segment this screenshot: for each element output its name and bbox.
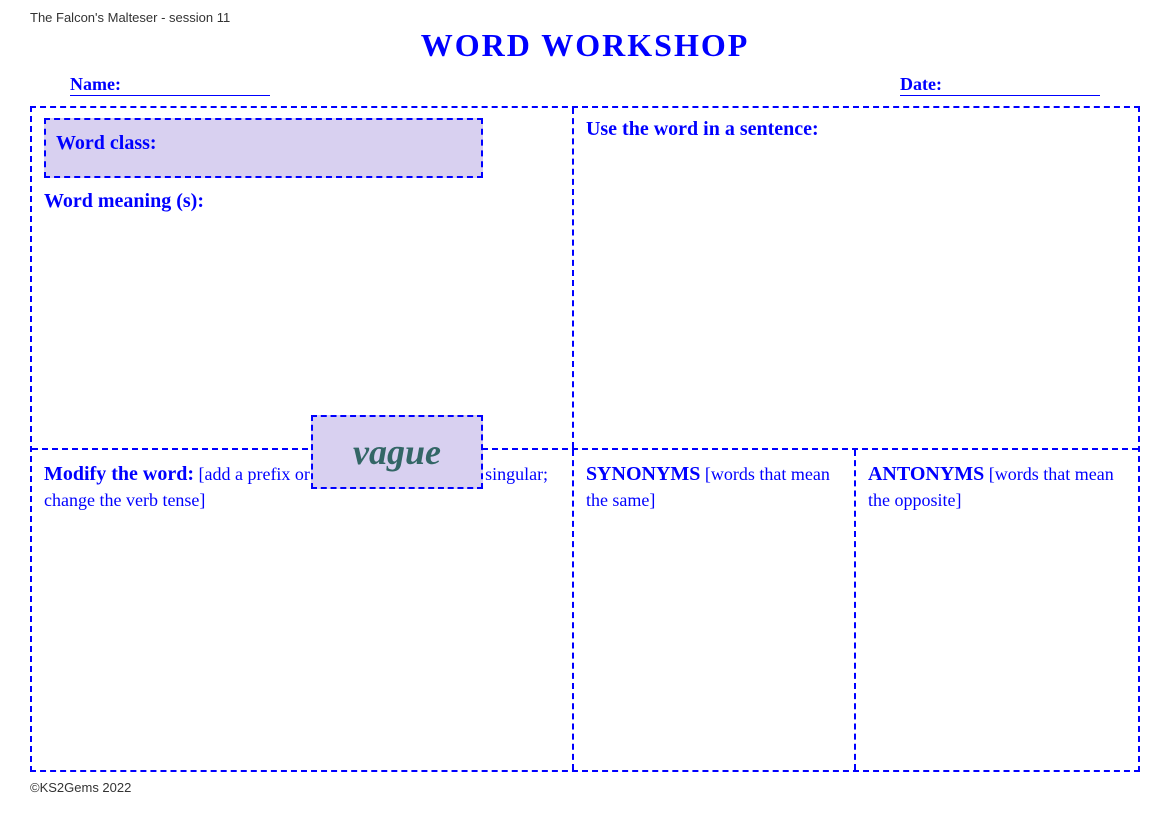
antonyms-label: ANTONYMS [words that mean the opposite] — [868, 460, 1126, 513]
synonyms-label: SYNONYMS [words that mean the same] — [586, 460, 842, 513]
bottom-middle-panel: SYNONYMS [words that mean the same] — [574, 450, 856, 770]
bottom-section: Modify the word: [add a prefix or a suff… — [32, 450, 1138, 770]
word-class-box: Word class: — [44, 118, 483, 178]
right-panel: Use the word in a sentence: — [574, 108, 1138, 448]
name-label: Name: — [70, 74, 270, 96]
word-class-label: Word class: — [56, 132, 157, 154]
date-label: Date: — [900, 74, 1100, 96]
word-meaning-label: Word meaning (s): — [44, 190, 560, 213]
page-title: WORD WORKSHOP — [30, 27, 1140, 64]
bottom-right-panel: ANTONYMS [words that mean the opposite] — [856, 450, 1138, 770]
worksheet: Word class: Word meaning (s): Use the wo… — [30, 106, 1140, 772]
use-sentence-label: Use the word in a sentence: — [586, 118, 1126, 141]
synonyms-bold: SYNONYMS — [586, 463, 700, 485]
footer: ©KS2Gems 2022 — [30, 780, 1140, 795]
center-word-box: vague — [311, 415, 483, 489]
antonyms-bold: ANTONYMS — [868, 463, 984, 485]
modify-bold: Modify the word: — [44, 463, 194, 485]
left-panel: Word class: Word meaning (s): — [32, 108, 574, 448]
top-section: Word class: Word meaning (s): Use the wo… — [32, 108, 1138, 450]
session-label: The Falcon's Malteser - session 11 — [30, 10, 230, 25]
bottom-left-panel: Modify the word: [add a prefix or a suff… — [32, 450, 574, 770]
